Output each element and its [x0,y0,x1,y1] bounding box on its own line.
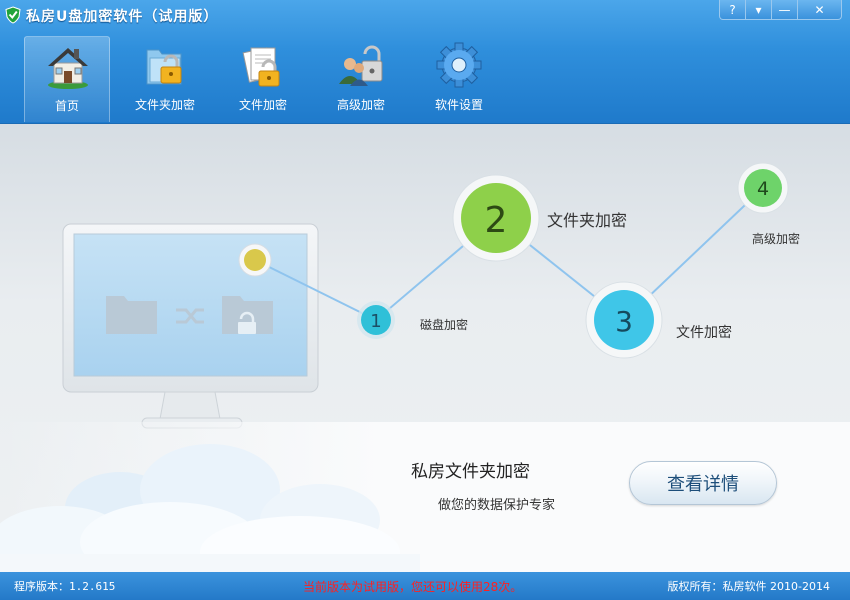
status-bar: 程序版本：1.2.615 当前版本为试用版，您还可以使用28次。 版权所有：私房… [0,572,850,600]
step-4-label: 高级加密 [752,232,801,246]
step-1-label: 磁盘加密 [420,318,469,332]
step-2-node[interactable]: 2 [452,174,540,262]
locked-document-icon [242,47,280,87]
product-slogan: 做您的数据保护专家 [438,498,556,513]
tab-home-label: 首页 [54,99,79,113]
clouds-decoration [0,444,420,572]
help-button[interactable]: ? [719,0,746,20]
users-lock-icon [339,45,383,86]
step-3-number: 3 [615,305,633,338]
main-toolbar: 首页 文件夹加密 文件加密 高级加密 软件设置 [24,36,514,124]
tab-advanced-encrypt[interactable]: 高级加密 [318,36,404,122]
locked-folder-icon [222,296,273,334]
tab-folder-encrypt-label: 文件夹加密 [134,98,195,112]
shield-logo-icon [5,6,21,24]
tab-folder-encrypt[interactable]: 文件夹加密 [122,36,208,122]
step-1-number: 1 [370,311,381,332]
gear-icon [436,42,482,88]
folder-icon [106,296,157,334]
step-3-node[interactable]: 3 [585,281,663,359]
menu-dropdown-button[interactable]: ▾ [745,0,772,20]
locked-folder-icon [146,49,182,85]
step-2-label: 文件夹加密 [547,211,628,230]
title-bar: 私房U盘加密软件（试用版） ? ▾ — ✕ 首页 文件夹加密 文件加密 高级加密… [0,0,850,124]
product-name: 私房文件夹加密 [411,462,530,482]
tab-advanced-encrypt-label: 高级加密 [336,98,385,112]
view-details-button[interactable]: 查看详情 [629,461,777,505]
minimize-button[interactable]: — [771,0,798,20]
close-button[interactable]: ✕ [797,0,842,20]
copyright-text: 版权所有：私房软件 2010-2014 [667,580,830,593]
step-4-node[interactable]: 4 [737,162,789,214]
tab-home[interactable]: 首页 [24,36,110,122]
version-text: 程序版本：1.2.615 [14,580,116,593]
window-controls: ? ▾ — ✕ [719,0,842,20]
tab-settings-label: 软件设置 [434,98,483,112]
tab-settings[interactable]: 软件设置 [416,36,502,122]
step-4-number: 4 [757,178,769,200]
step-3-label: 文件加密 [676,325,732,341]
tab-file-encrypt-label: 文件加密 [238,98,287,112]
monitor-illustration [62,223,319,429]
step-2-number: 2 [485,200,508,241]
tab-file-encrypt[interactable]: 文件加密 [220,36,306,122]
window-title: 私房U盘加密软件（试用版） [26,9,219,25]
step-1-node[interactable]: 1 [357,301,395,339]
home-panel: 1 2 3 4 磁盘加密 文件夹加密 文件加密 高级加密 私房文件夹加密 做您的… [0,124,850,572]
trial-notice: 当前版本为试用版，您还可以使用28次。 [303,580,523,594]
house-icon [48,48,88,89]
start-dot [238,243,272,277]
